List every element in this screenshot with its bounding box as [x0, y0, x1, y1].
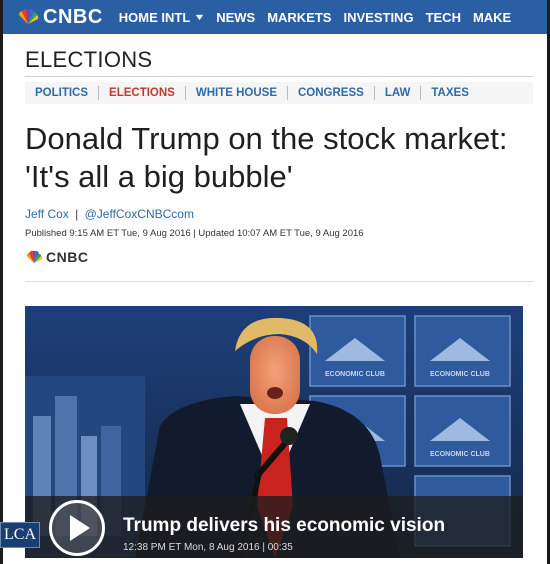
source-logo-text: CNBC [46, 249, 89, 265]
subnav-white-house[interactable]: WHITE HOUSE [186, 86, 288, 100]
video-title[interactable]: Trump delivers his economic vision [123, 515, 445, 537]
backdrop-text: ECONOMIC CLUB [325, 371, 385, 378]
nav-tech[interactable]: TECH [426, 10, 461, 25]
peacock-icon [26, 250, 43, 263]
video-meta: 12:38 PM ET Mon, 8 Aug 2016 | 00:35 [123, 542, 293, 553]
subnav-politics[interactable]: POLITICS [25, 86, 100, 100]
subnav-law[interactable]: LAW [375, 86, 422, 100]
cnbc-logo-text: CNBC [43, 5, 103, 28]
nav-home-intl[interactable]: HOME INTL ▼ [118, 9, 206, 25]
nav-make[interactable]: MAKE [473, 10, 511, 25]
subnav-elections[interactable]: ELECTIONS [99, 86, 186, 100]
article-divider [25, 281, 533, 282]
page: CNBC HOME INTL ▼ NEWS MARKETS INVESTING … [3, 0, 547, 564]
nav-home-intl-label: HOME INTL [118, 9, 191, 25]
source-logo: CNBC [25, 249, 88, 265]
peacock-icon [19, 9, 39, 24]
nav-investing[interactable]: INVESTING [343, 10, 413, 25]
dateline: Published 9:15 AM ET Tue, 9 Aug 2016 | U… [25, 228, 364, 239]
subnav-congress[interactable]: CONGRESS [288, 86, 375, 100]
nav-news[interactable]: NEWS [216, 10, 255, 25]
author-twitter-link[interactable]: @JeffCoxCNBCcom [85, 207, 194, 221]
section-subnav: POLITICS ELECTIONS WHITE HOUSE CONGRESS … [25, 82, 533, 104]
watermark-logo: LCA [0, 522, 40, 548]
subnav-taxes[interactable]: TAXES [421, 86, 479, 100]
byline: Jeff Cox | @JeffCoxCNBCcom [25, 207, 194, 221]
chevron-down-icon: ▼ [193, 12, 206, 22]
play-button[interactable] [49, 500, 105, 556]
top-navigation: CNBC HOME INTL ▼ NEWS MARKETS INVESTING … [3, 0, 547, 34]
cnbc-logo[interactable]: CNBC [17, 0, 103, 34]
backdrop-text: ECONOMIC CLUB [430, 371, 490, 378]
section-title[interactable]: ELECTIONS [25, 47, 152, 73]
nav-markets[interactable]: MARKETS [267, 10, 331, 25]
video-info-bar: Trump delivers his economic vision 12:38… [25, 496, 523, 558]
topnav-links: HOME INTL ▼ NEWS MARKETS INVESTING TECH … [119, 10, 523, 25]
byline-separator: | [75, 207, 79, 221]
section-divider [25, 76, 533, 77]
author-link[interactable]: Jeff Cox [25, 207, 69, 221]
play-icon [69, 515, 90, 541]
video-player[interactable]: ECONOMIC CLUB ECONOMIC CLUB ECONOMIC CLU… [25, 306, 523, 558]
backdrop-text: ECONOMIC CLUB [430, 451, 490, 458]
article-headline: Donald Trump on the stock market: 'It's … [25, 121, 508, 194]
